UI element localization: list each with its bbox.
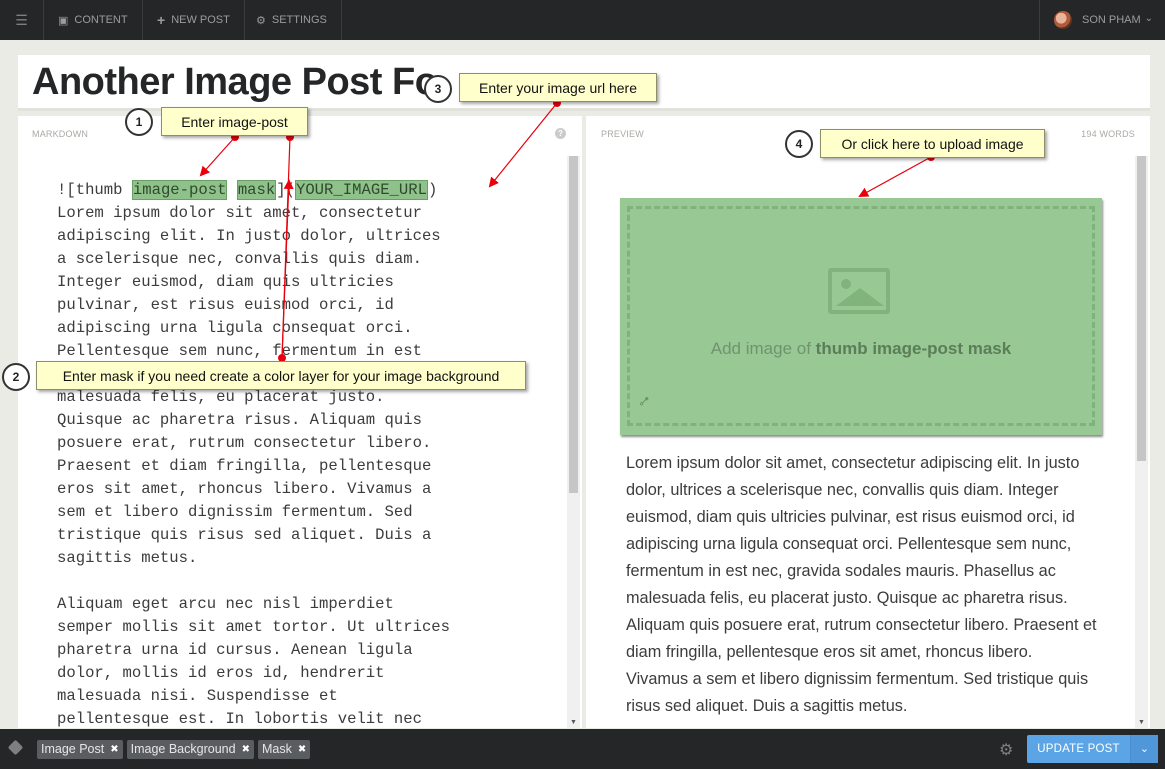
avatar [1054, 11, 1072, 29]
syntax-mid: ]( [276, 181, 295, 199]
nav-settings-label: SETTINGS [271, 14, 327, 26]
syntax-prefix: ![thumb [57, 181, 132, 199]
update-post-label: UPDATE POST [1037, 743, 1120, 755]
close-icon[interactable]: ✖ [298, 740, 306, 759]
scroll-down-icon[interactable]: ▼ [1135, 719, 1148, 726]
annotation-number: 3 [424, 75, 452, 103]
dropzone-border [627, 206, 1095, 426]
menu-toggle-icon[interactable]: ☰ [0, 0, 44, 40]
annotation-number: 2 [2, 363, 30, 391]
syntax-image-url: YOUR_IMAGE_URL [294, 180, 428, 200]
tag-chip[interactable]: Mask ✖ [257, 740, 311, 759]
close-icon[interactable]: ✖ [110, 740, 118, 759]
tag-label: Mask [261, 742, 292, 756]
nav-new-post-label: NEW POST [171, 14, 230, 26]
syntax-suffix: ) [427, 181, 438, 199]
annotation-note: Enter mask if you need create a color la… [36, 361, 526, 390]
content-icon: ▣ [58, 14, 69, 27]
image-caption-bold: thumb image-post mask [815, 339, 1012, 358]
syntax-class-image-post: image-post [131, 180, 228, 200]
preview-label: PREVIEW [601, 129, 644, 139]
syntax-class-mask: mask [236, 180, 277, 200]
markdown-label: MARKDOWN [32, 129, 89, 139]
scroll-down-icon[interactable]: ▼ [567, 719, 580, 726]
plus-icon: + [157, 12, 166, 28]
annotation-note: Enter image-post [161, 107, 308, 136]
annotation-number: 1 [125, 108, 153, 136]
user-menu[interactable]: SON PHAM ⌄ [1039, 0, 1165, 40]
nav-content[interactable]: ▣ CONTENT [44, 0, 143, 40]
tag-chip[interactable]: Image Post ✖ [37, 740, 123, 759]
annotation-number: 4 [785, 130, 813, 158]
image-caption: Add image of thumb image-post mask [620, 339, 1102, 359]
image-upload-dropzone[interactable]: Add image of thumb image-post mask ⊶ [620, 198, 1102, 435]
nav-new-post[interactable]: + NEW POST [143, 0, 245, 40]
tag-icon [7, 739, 24, 756]
markdown-body: Lorem ipsum dolor sit amet, consectetur … [57, 204, 451, 728]
markdown-editor[interactable]: ![thumb image-post mask](YOUR_IMAGE_URL)… [57, 179, 527, 728]
top-navigation-bar: ☰ ▣ CONTENT + NEW POST ⚙ SETTINGS SON PH… [0, 0, 1165, 40]
image-icon [828, 268, 890, 314]
preview-scroll-thumb[interactable] [1137, 156, 1146, 461]
nav-content-label: CONTENT [74, 14, 128, 26]
close-icon[interactable]: ✖ [242, 740, 250, 759]
markdown-pane: MARKDOWN ? ![thumb image-post mask](YOUR… [18, 116, 582, 728]
help-icon[interactable]: ? [555, 128, 566, 139]
markdown-scroll-thumb[interactable] [569, 156, 578, 493]
tag-list: Image Post ✖ Image Background ✖ Mask ✖ [37, 740, 311, 759]
preview-scrollbar[interactable]: ▼ [1135, 156, 1148, 728]
update-post-button[interactable]: UPDATE POST ⌄ [1027, 735, 1158, 763]
chevron-down-icon[interactable]: ⌄ [1130, 735, 1158, 763]
tag-label: Image Post [41, 742, 105, 756]
tag-label: Image Background [130, 742, 236, 756]
annotation-note: Or click here to upload image [820, 129, 1045, 158]
preview-text: Lorem ipsum dolor sit amet, consectetur … [626, 454, 1097, 715]
image-caption-prefix: Add image of [710, 339, 816, 358]
bottom-toolbar: Image Post ✖ Image Background ✖ Mask ✖ ⚙ UP… [0, 729, 1165, 769]
annotation-note: Enter your image url here [459, 73, 657, 102]
post-settings-gear-icon[interactable]: ⚙ [999, 740, 1013, 760]
user-name: SON PHAM [1082, 14, 1141, 26]
post-title-input[interactable]: Another Image Post Fo [32, 61, 438, 104]
gear-icon: ⚙ [256, 14, 266, 27]
nav-settings[interactable]: ⚙ SETTINGS [242, 0, 342, 40]
preview-pane: PREVIEW 194 WORDS Add image of thumb ima… [586, 116, 1150, 728]
chevron-down-icon: ⌄ [1144, 13, 1153, 24]
markdown-scrollbar[interactable]: ▼ [567, 156, 580, 728]
word-count: 194 WORDS [1081, 129, 1135, 139]
tag-chip[interactable]: Image Background ✖ [126, 740, 254, 759]
